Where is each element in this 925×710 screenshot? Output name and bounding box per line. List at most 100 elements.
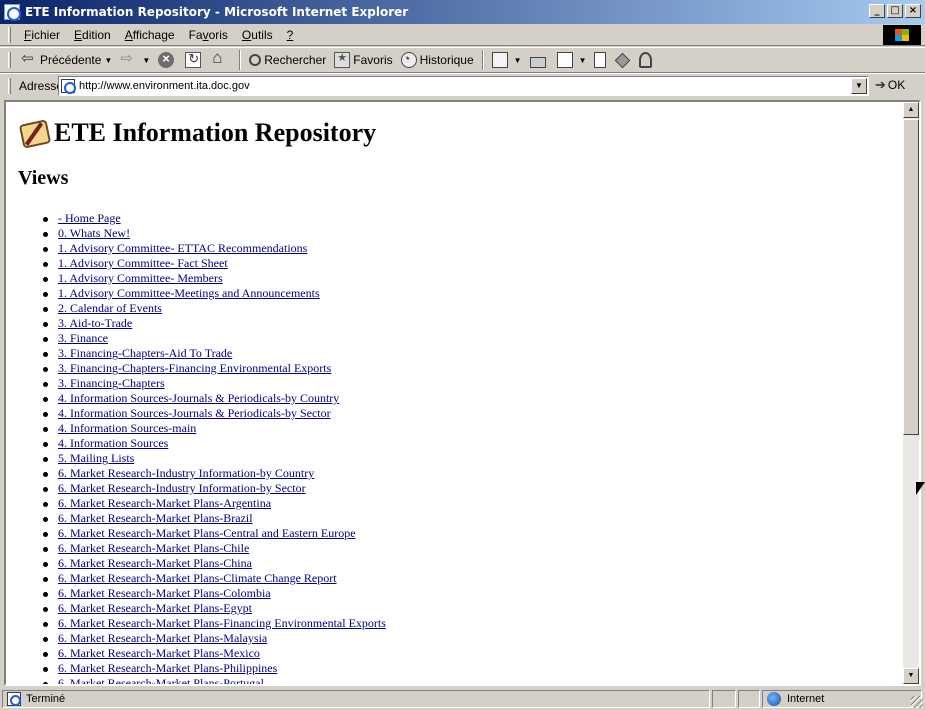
security-zone: Internet xyxy=(787,693,825,705)
refresh-button[interactable] xyxy=(181,49,208,71)
mail-dropdown-icon[interactable]: ▼ xyxy=(514,56,522,65)
menu-edition[interactable]: Edition xyxy=(67,28,118,42)
go-button[interactable]: OK xyxy=(875,77,905,93)
view-link[interactable]: 2. Calendar of Events xyxy=(58,301,162,315)
standard-toolbar: Précédente ▼ ▼ Rechercher Favoris Histor… xyxy=(0,47,925,73)
web-page: ETE Information Repository Views - Home … xyxy=(6,102,903,684)
edit-dropdown-icon[interactable]: ▼ xyxy=(579,56,587,65)
go-arrow-icon xyxy=(875,77,888,93)
list-item: 6. Market Research-Market Plans-Philippi… xyxy=(18,661,903,676)
address-input[interactable]: http://www.environment.ita.doc.gov ▼ xyxy=(58,76,869,96)
edit-button[interactable]: ▼ xyxy=(553,49,591,71)
view-link[interactable]: 4. Information Sources xyxy=(58,436,168,450)
list-item: 4. Information Sources-main xyxy=(18,421,903,436)
discuss-button[interactable] xyxy=(590,49,613,71)
scroll-up-arrow-icon[interactable]: ▲ xyxy=(903,102,919,118)
menu-affichage[interactable]: Affichage xyxy=(118,28,182,42)
list-item: 6. Market Research-Market Plans-Central … xyxy=(18,526,903,541)
list-item: 1. Advisory Committee- ETTAC Recommendat… xyxy=(18,241,903,256)
home-button[interactable] xyxy=(208,48,235,71)
list-item: 6. Market Research-Market Plans-China xyxy=(18,556,903,571)
list-item: 6. Market Research-Market Plans-Mexico xyxy=(18,646,903,661)
view-link[interactable]: 6. Market Research-Market Plans-Chile xyxy=(58,541,249,555)
view-link[interactable]: 6. Market Research-Market Plans-Financin… xyxy=(58,616,386,630)
view-link[interactable]: 6. Market Research-Market Plans-Malaysia xyxy=(58,631,267,645)
menu-grip[interactable] xyxy=(8,26,11,43)
view-link[interactable]: - Home Page xyxy=(58,211,121,225)
view-link[interactable]: 5. Mailing Lists xyxy=(58,451,134,465)
related-button[interactable] xyxy=(613,49,635,71)
list-item: 3. Finance xyxy=(18,331,903,346)
mouse-cursor-icon xyxy=(916,482,925,498)
menu-favoris[interactable]: Favoris xyxy=(182,28,235,42)
back-dropdown-icon[interactable]: ▼ xyxy=(104,56,112,65)
address-grip[interactable] xyxy=(8,77,11,94)
view-link[interactable]: 3. Aid-to-Trade xyxy=(58,316,132,330)
menu-help[interactable]: ? xyxy=(280,28,301,42)
mail-icon xyxy=(491,52,508,68)
back-button[interactable]: Précédente ▼ xyxy=(17,49,116,71)
view-link[interactable]: 6. Market Research-Market Plans-Brazil xyxy=(58,511,253,525)
view-link[interactable]: 3. Financing-Chapters xyxy=(58,376,165,390)
print-button[interactable] xyxy=(526,49,553,71)
page-icon xyxy=(61,79,76,94)
list-item: 6. Market Research-Market Plans-Chile xyxy=(18,541,903,556)
windows-logo-icon xyxy=(883,25,921,45)
view-link[interactable]: 6. Market Research-Industry Information-… xyxy=(58,466,314,480)
messenger-button[interactable] xyxy=(635,49,659,71)
scrollbar-thumb[interactable] xyxy=(903,119,919,435)
view-link[interactable]: 6. Market Research-Market Plans-Climate … xyxy=(58,571,337,585)
favorites-button[interactable]: Favoris xyxy=(330,49,396,71)
view-link[interactable]: 1. Advisory Committee- ETTAC Recommendat… xyxy=(58,241,307,255)
view-link[interactable]: 3. Financing-Chapters-Aid To Trade xyxy=(58,346,232,360)
view-link[interactable]: 6. Market Research-Market Plans-Colombia xyxy=(58,586,271,600)
view-link[interactable]: 4. Information Sources-main xyxy=(58,421,196,435)
menu-outils[interactable]: Outils xyxy=(235,28,280,42)
forward-button[interactable]: ▼ xyxy=(116,49,154,71)
view-link[interactable]: 4. Information Sources-Journals & Period… xyxy=(58,391,339,405)
history-button[interactable]: Historique xyxy=(397,49,478,71)
history-icon xyxy=(400,51,417,68)
view-link[interactable]: 6. Market Research-Market Plans-Central … xyxy=(58,526,356,540)
view-link[interactable]: 6. Market Research-Market Plans-Argentin… xyxy=(58,496,271,510)
resize-grip[interactable] xyxy=(911,696,923,708)
stop-button[interactable] xyxy=(154,49,181,71)
view-link[interactable]: 6. Market Research-Market Plans-Egypt xyxy=(58,601,252,615)
view-link[interactable]: 3. Financing-Chapters-Financing Environm… xyxy=(58,361,331,375)
mail-button[interactable]: ▼ xyxy=(488,49,526,71)
status-text: Terminé xyxy=(26,693,66,705)
list-item: 1. Advisory Committee- Members xyxy=(18,271,903,286)
window-controls: _ □ × xyxy=(869,4,921,18)
page-heading: ETE Information Repository xyxy=(18,114,903,152)
view-link[interactable]: 1. Advisory Committee- Members xyxy=(58,271,223,285)
menu-fichier[interactable]: Fichier xyxy=(17,28,67,42)
view-link[interactable]: 1. Advisory Committee- Fact Sheet xyxy=(58,256,228,270)
view-link[interactable]: 6. Market Research-Market Plans-Mexico xyxy=(58,646,260,660)
minimize-button[interactable]: _ xyxy=(869,4,885,18)
forward-dropdown-icon[interactable]: ▼ xyxy=(142,56,150,65)
section-heading: Views xyxy=(18,167,69,189)
address-url[interactable]: http://www.environment.ita.doc.gov xyxy=(79,80,250,92)
view-link[interactable]: 3. Finance xyxy=(58,331,108,345)
view-link[interactable]: 4. Information Sources-Journals & Period… xyxy=(58,406,331,420)
address-dropdown-icon[interactable]: ▼ xyxy=(851,78,867,94)
status-zone-pane: Internet xyxy=(762,690,922,708)
menu-bar: Fichier Edition Affichage Favoris Outils… xyxy=(0,24,925,46)
list-item: 6. Market Research-Market Plans-Argentin… xyxy=(18,496,903,511)
view-link[interactable]: 1. Advisory Committee-Meetings and Annou… xyxy=(58,286,320,300)
favorites-icon xyxy=(334,51,351,68)
view-link[interactable]: 6. Market Research-Market Plans-Philippi… xyxy=(58,661,277,675)
view-link[interactable]: 6. Market Research-Industry Information-… xyxy=(58,481,306,495)
search-button[interactable]: Rechercher xyxy=(245,49,330,71)
close-button[interactable]: × xyxy=(905,4,921,18)
maximize-button[interactable]: □ xyxy=(887,4,903,18)
scroll-down-arrow-icon[interactable]: ▼ xyxy=(903,668,919,684)
view-link[interactable]: 0. Whats New! xyxy=(58,226,130,240)
view-link[interactable]: 6. Market Research-Market Plans-China xyxy=(58,556,252,570)
vertical-scrollbar[interactable]: ▲ ▼ xyxy=(903,102,919,684)
status-bar: Terminé Internet xyxy=(0,688,925,710)
list-item: 4. Information Sources-Journals & Period… xyxy=(18,406,903,421)
toolbar-grip[interactable] xyxy=(8,52,11,68)
view-link[interactable]: 6. Market Research-Market Plans-Portugal xyxy=(58,676,264,684)
list-item: 0. Whats New! xyxy=(18,226,903,241)
